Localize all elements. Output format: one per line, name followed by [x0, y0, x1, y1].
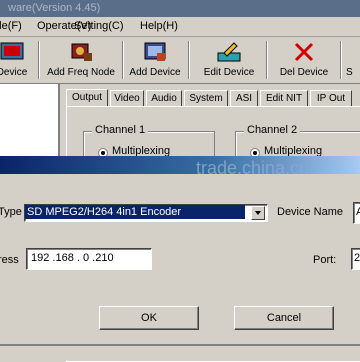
edit-device-icon	[216, 41, 242, 63]
tab-ip-out[interactable]: IP Out	[310, 90, 352, 106]
add-device-button[interactable]: Add Device	[126, 39, 184, 81]
menu-file[interactable]: File(F)	[0, 20, 22, 32]
device-button[interactable]: Device	[0, 39, 32, 81]
channel-2-title: Channel 2	[244, 124, 301, 136]
toolbar-separator	[266, 41, 268, 79]
device-label: Device	[0, 67, 28, 78]
add-freq-node-label: Add Freq Node	[47, 67, 115, 78]
toolbar-separator	[38, 41, 40, 79]
app-title-bar: ware(Version 4.45)	[0, 0, 360, 17]
ip-address-label: ress	[0, 254, 19, 266]
status-strip	[0, 346, 360, 360]
channel-1-title: Channel 1	[92, 124, 149, 136]
device-type-label: Type	[0, 206, 22, 218]
add-device-icon	[142, 41, 168, 63]
toolbar-separator	[340, 41, 342, 79]
delete-device-label: Del Device	[279, 67, 329, 78]
cancel-button[interactable]: Cancel	[234, 306, 334, 330]
toolbar-separator	[188, 41, 190, 79]
tab-system[interactable]: System	[184, 90, 228, 106]
tab-video[interactable]: Video	[110, 90, 144, 106]
device-type-value: SD MPEG2/H264 4in1 Encoder	[25, 205, 245, 219]
device-name-label: Device Name	[277, 206, 344, 218]
add-freq-node-button[interactable]: Add Freq Node	[44, 39, 118, 81]
device-icon	[0, 41, 25, 63]
edit-device-label: Edit Device	[203, 67, 255, 78]
menu-bar: File(F) Operate(V) Setting(C) Help(H)	[0, 17, 360, 37]
delete-device-button[interactable]: Del Device	[274, 39, 334, 81]
port-input[interactable]: 2	[351, 248, 360, 270]
edit-device-button[interactable]: Edit Device	[196, 39, 262, 81]
menu-help[interactable]: Help(H)	[140, 20, 178, 32]
toolbar-separator	[122, 41, 124, 79]
save-button[interactable]: S	[346, 39, 360, 81]
tab-output[interactable]: Output	[66, 89, 108, 107]
ok-button[interactable]: OK	[99, 306, 199, 330]
port-label: Port:	[313, 254, 337, 266]
device-name-input[interactable]: A	[353, 202, 360, 224]
add-freq-node-icon	[68, 41, 94, 63]
app-title: ware(Version 4.45)	[8, 2, 101, 14]
chevron-down-icon[interactable]	[251, 206, 265, 220]
tab-edit-nit[interactable]: Edit NIT	[260, 90, 308, 106]
add-device-label: Add Device	[129, 67, 181, 78]
delete-icon	[291, 41, 317, 63]
tab-asi[interactable]: ASI	[230, 90, 258, 106]
tab-audio[interactable]: Audio	[146, 90, 182, 106]
ip-address-input[interactable]: 192 .168 . 0 .210	[26, 248, 152, 270]
toolbar: Device Add Freq Node Add Device Edit Dev…	[0, 37, 360, 84]
menu-setting[interactable]: Setting(C)	[74, 20, 124, 32]
save-label: S	[346, 67, 353, 78]
